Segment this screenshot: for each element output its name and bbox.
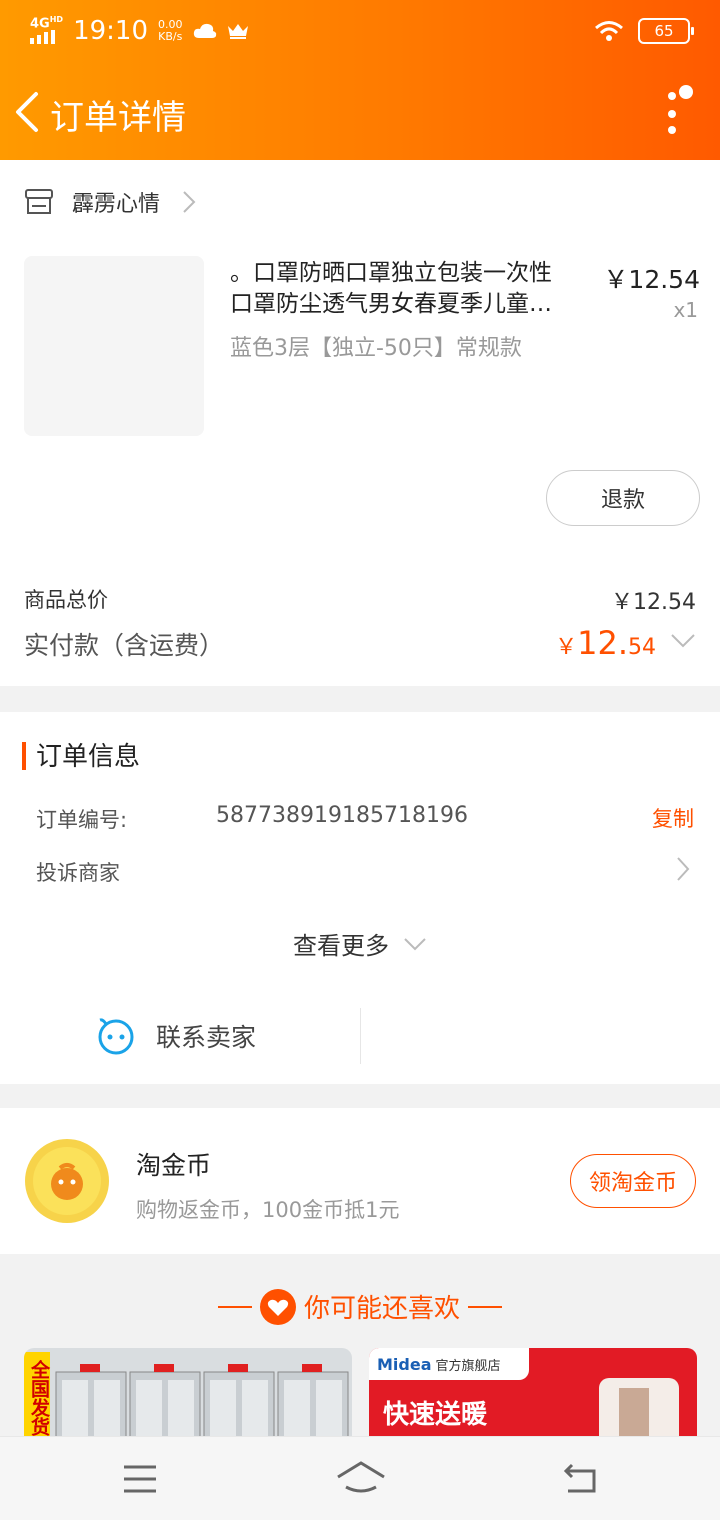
order-number-label: 订单编号: bbox=[36, 808, 128, 832]
store-row[interactable]: 霹雳心情 bbox=[24, 184, 196, 220]
signal-icon: 4GHD bbox=[30, 14, 63, 47]
order-item-card: 霹雳心情 。口罩防晒口罩独立包装一次性 口罩防尘透气男女春夏季儿童… ￥12.5… bbox=[0, 160, 720, 686]
back-nav-icon[interactable] bbox=[558, 1457, 602, 1501]
chevron-down-icon bbox=[404, 937, 426, 950]
battery-icon: 65 bbox=[638, 18, 694, 44]
cloud-icon bbox=[193, 23, 216, 38]
product-price: ￥12.54 bbox=[603, 265, 700, 294]
copy-button[interactable]: 复制 bbox=[652, 803, 694, 833]
brand-banner: Midea 官方旗舰店 bbox=[369, 1348, 529, 1380]
section-marker bbox=[22, 742, 26, 770]
crown-icon bbox=[227, 23, 248, 39]
status-bar: 4GHD 19:10 0.00 KB/s 65 bbox=[0, 0, 720, 64]
menu-icon[interactable] bbox=[118, 1457, 162, 1501]
more-menu-icon[interactable] bbox=[656, 80, 696, 140]
order-info-card: 订单信息 订单编号: 587738919185718196 复制 投诉商家 查看… bbox=[0, 712, 720, 1084]
coin-title: 淘金币 bbox=[136, 1151, 212, 1180]
store-name[interactable]: 霹雳心情 bbox=[72, 186, 160, 218]
product-image[interactable] bbox=[24, 256, 204, 436]
total-price-label: 商品总价 bbox=[24, 588, 108, 612]
order-number-value: 587738919185718196 bbox=[216, 803, 468, 828]
coin-subtitle: 购物返金币，100金币抵1元 bbox=[136, 1198, 400, 1222]
product-promo-tag: 全国发货 bbox=[24, 1352, 50, 1444]
divider bbox=[360, 1008, 361, 1064]
total-price-value: ￥12.54 bbox=[611, 590, 696, 615]
dash-decoration bbox=[468, 1305, 502, 1308]
chat-bubble-icon bbox=[98, 1018, 134, 1055]
recommend-title: 你可能还喜欢 bbox=[0, 1288, 720, 1325]
brand-store-label: 官方旗舰店 bbox=[435, 1358, 501, 1374]
promo-slogan: 快速送暖 bbox=[383, 1400, 488, 1430]
paid-amount-label: 实付款（含运费） bbox=[24, 631, 225, 660]
heart-icon bbox=[259, 1288, 296, 1325]
gold-coin-icon bbox=[25, 1139, 109, 1223]
product-quantity: x1 bbox=[673, 298, 698, 322]
network-speed: 0.00 KB/s bbox=[158, 17, 183, 43]
view-more-button[interactable]: 查看更多 bbox=[0, 926, 720, 961]
paid-amount-value: ￥12.54 bbox=[555, 624, 656, 662]
order-info-title: 订单信息 bbox=[36, 742, 141, 772]
store-icon bbox=[25, 189, 53, 214]
product-spec: 蓝色3层【独立-50只】常规款 bbox=[230, 336, 522, 361]
get-coins-button[interactable]: 领淘金币 bbox=[570, 1154, 696, 1208]
brand-logo: Midea bbox=[377, 1354, 432, 1374]
refund-button[interactable]: 退款 bbox=[546, 470, 700, 526]
chevron-down-icon[interactable] bbox=[670, 632, 696, 650]
product-title[interactable]: 。口罩防晒口罩独立包装一次性 口罩防尘透气男女春夏季儿童… bbox=[230, 258, 598, 322]
back-arrow-icon[interactable] bbox=[10, 88, 46, 136]
dash-decoration bbox=[217, 1305, 252, 1308]
chevron-right-icon bbox=[183, 191, 196, 213]
header: 4GHD 19:10 0.00 KB/s 65 订单详情 bbox=[0, 0, 720, 160]
taojinbi-card: 淘金币 购物返金币，100金币抵1元 领淘金币 bbox=[0, 1108, 720, 1254]
home-icon[interactable] bbox=[336, 1457, 386, 1501]
chevron-right-icon[interactable] bbox=[676, 856, 690, 882]
recommend-item-card[interactable]: 全国发货 bbox=[24, 1348, 352, 1448]
contact-seller-button[interactable]: 联系卖家 bbox=[96, 1016, 256, 1056]
clock: 19:10 bbox=[73, 15, 148, 46]
nav-bar: 订单详情 bbox=[0, 76, 720, 148]
complaint-label[interactable]: 投诉商家 bbox=[36, 857, 120, 887]
recommend-item-card[interactable]: Midea 官方旗舰店 快速送暖 bbox=[369, 1348, 697, 1448]
page-title: 订单详情 bbox=[50, 98, 186, 138]
wifi-icon bbox=[595, 21, 623, 41]
system-nav-bar bbox=[0, 1436, 720, 1520]
